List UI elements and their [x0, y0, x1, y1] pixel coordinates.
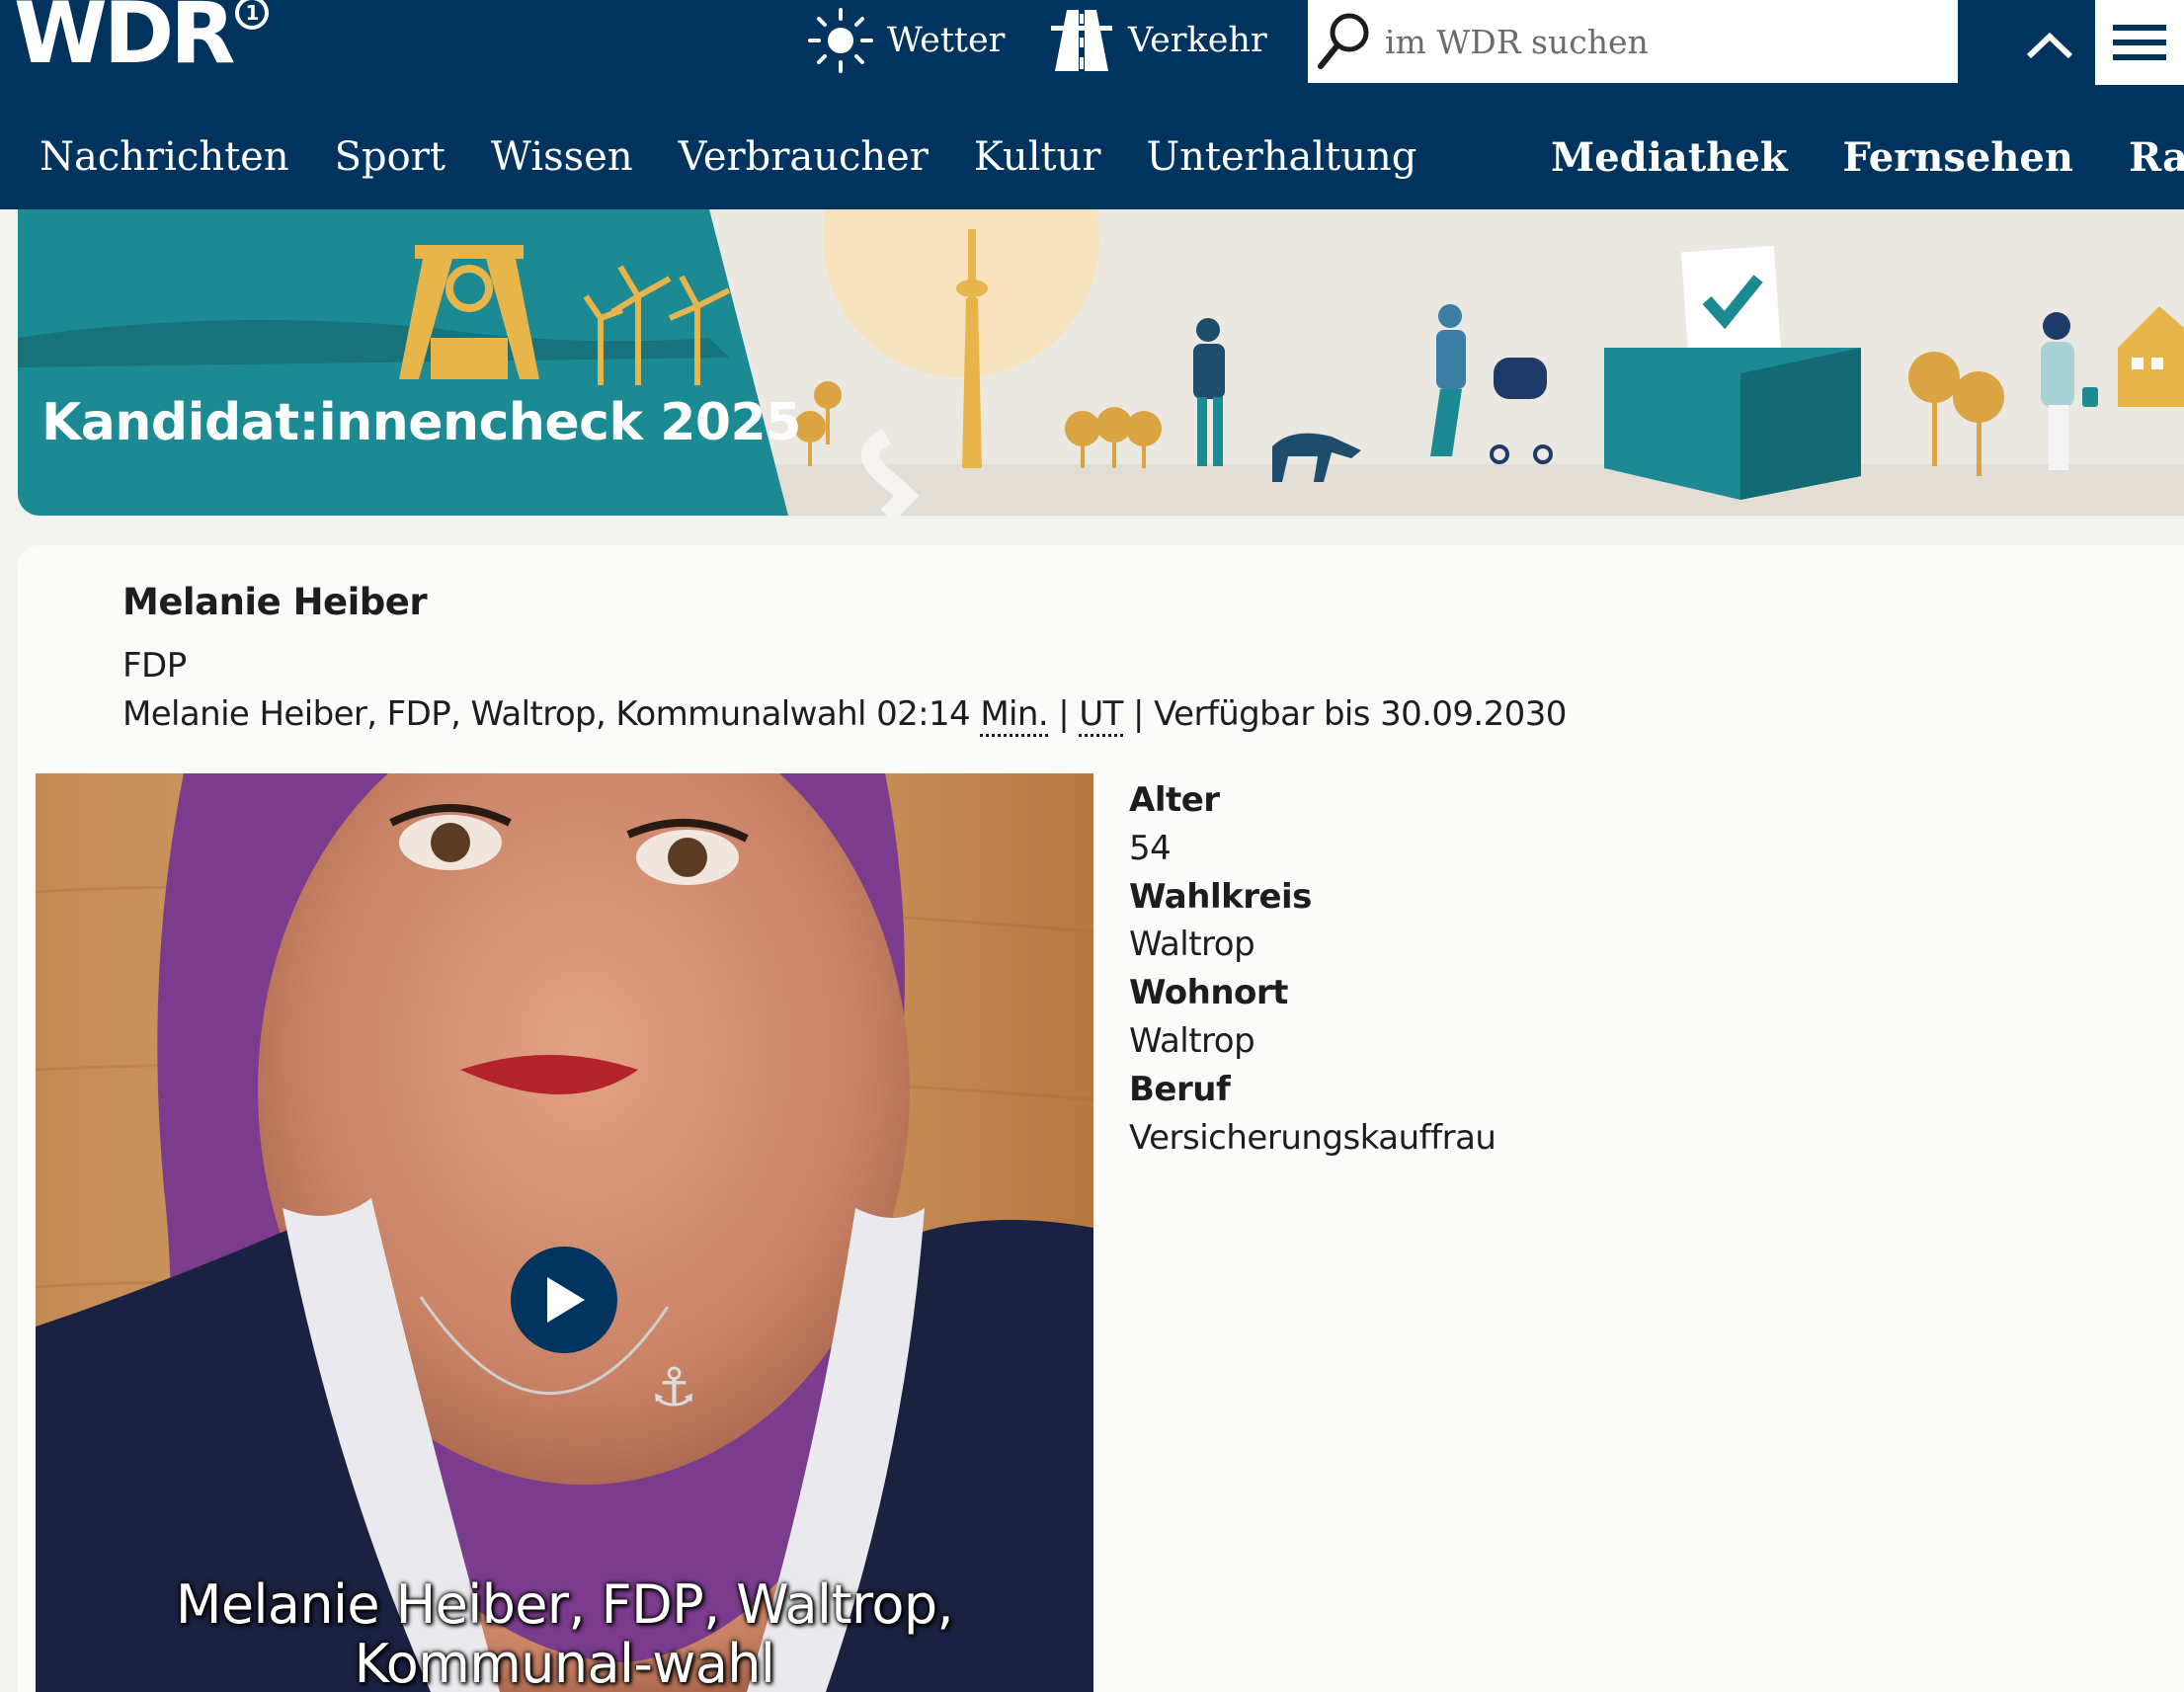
- video-meta-title: Melanie Heiber, FDP, Waltrop, Kommunalwa…: [122, 694, 866, 734]
- kandidatencheck-banner[interactable]: Kandidat:innencheck 2025: [18, 209, 2184, 516]
- fact-value-alter: 54: [1129, 828, 1172, 868]
- video-caption: Melanie Heiber, FDP, Waltrop, Kommunal-w…: [175, 1573, 954, 1692]
- collapse-header-button[interactable]: [2015, 16, 2084, 75]
- fact-value-beruf: Versicherungskauffrau: [1129, 1117, 1496, 1158]
- meta-separator: |: [1058, 694, 1070, 734]
- primary-nav: Nachrichten Sport Wissen Verbraucher Kul…: [40, 134, 1462, 180]
- video-player[interactable]: ⚓ Melanie Heiber, FDP, Waltrop, Kommunal…: [36, 773, 1093, 1692]
- nav-item-radio[interactable]: Radio: [2129, 134, 2184, 181]
- meta-separator: |: [1133, 694, 1144, 734]
- wdr-logo-text: WDR: [14, 0, 235, 83]
- nav-item-nachrichten[interactable]: Nachrichten: [40, 134, 289, 180]
- site-header: WDR 1 Wetter Verkehr im WDR suchen Nachr…: [0, 0, 2184, 209]
- sun-icon: [808, 8, 873, 73]
- banner-title: Kandidat:innencheck 2025: [41, 393, 801, 452]
- video-thumbnail: ⚓: [36, 773, 1093, 1692]
- wetter-label: Wetter: [887, 21, 1006, 60]
- hamburger-menu-icon[interactable]: [2095, 0, 2184, 85]
- play-icon: [547, 1277, 585, 1323]
- fact-value-wohnort: Waltrop: [1129, 1020, 1255, 1061]
- menu-bar: [2113, 54, 2166, 60]
- video-meta: Melanie Heiber, FDP, Waltrop, Kommunalwa…: [122, 694, 1567, 737]
- nav-item-wissen[interactable]: Wissen: [491, 134, 633, 180]
- candidate-party: FDP: [122, 646, 187, 685]
- nav-item-fernsehen[interactable]: Fernsehen: [1843, 134, 2073, 181]
- wdr-logo[interactable]: WDR 1: [14, 0, 270, 83]
- candidate-facts: Alter 54 Wahlkreis Waltrop Wohnort Waltr…: [1129, 776, 1496, 1162]
- fact-label-alter: Alter: [1129, 780, 1220, 820]
- fact-value-wahlkreis: Waltrop: [1129, 925, 1255, 965]
- das-erste-badge: 1: [235, 0, 270, 30]
- secondary-nav: Mediathek Fernsehen Radio: [1551, 134, 2184, 181]
- svg-text:⚓: ⚓: [650, 1356, 697, 1418]
- chevron-up-icon: [2026, 32, 2073, 59]
- road-icon: [1051, 10, 1112, 71]
- fact-label-wohnort: Wohnort: [1129, 973, 1288, 1013]
- nav-item-unterhaltung[interactable]: Unterhaltung: [1146, 134, 1416, 180]
- availability: Verfügbar bis 30.09.2030: [1154, 694, 1567, 734]
- fact-label-beruf: Beruf: [1129, 1069, 1231, 1109]
- verkehr-link[interactable]: Verkehr: [1049, 8, 1267, 73]
- play-button[interactable]: [511, 1247, 617, 1353]
- nav-item-verbraucher[interactable]: Verbraucher: [679, 134, 929, 180]
- search-input[interactable]: [1385, 22, 1938, 61]
- menu-bar: [2113, 25, 2166, 31]
- search-box[interactable]: [1308, 0, 1958, 83]
- search-icon[interactable]: [1316, 11, 1373, 72]
- verkehr-label: Verkehr: [1128, 21, 1267, 60]
- nav-item-kultur[interactable]: Kultur: [974, 134, 1101, 180]
- video-duration: 02:14: [876, 694, 971, 734]
- nav-item-mediathek[interactable]: Mediathek: [1551, 134, 1788, 181]
- banner-illustration: [18, 209, 2184, 516]
- candidate-name: Melanie Heiber: [122, 581, 428, 623]
- duration-unit: Min.: [980, 694, 1049, 737]
- subtitles-badge: UT: [1079, 694, 1123, 737]
- fact-label-wahlkreis: Wahlkreis: [1129, 876, 1312, 917]
- nav-item-sport[interactable]: Sport: [335, 134, 445, 180]
- menu-bar: [2113, 40, 2166, 45]
- wetter-link[interactable]: Wetter: [808, 8, 1005, 73]
